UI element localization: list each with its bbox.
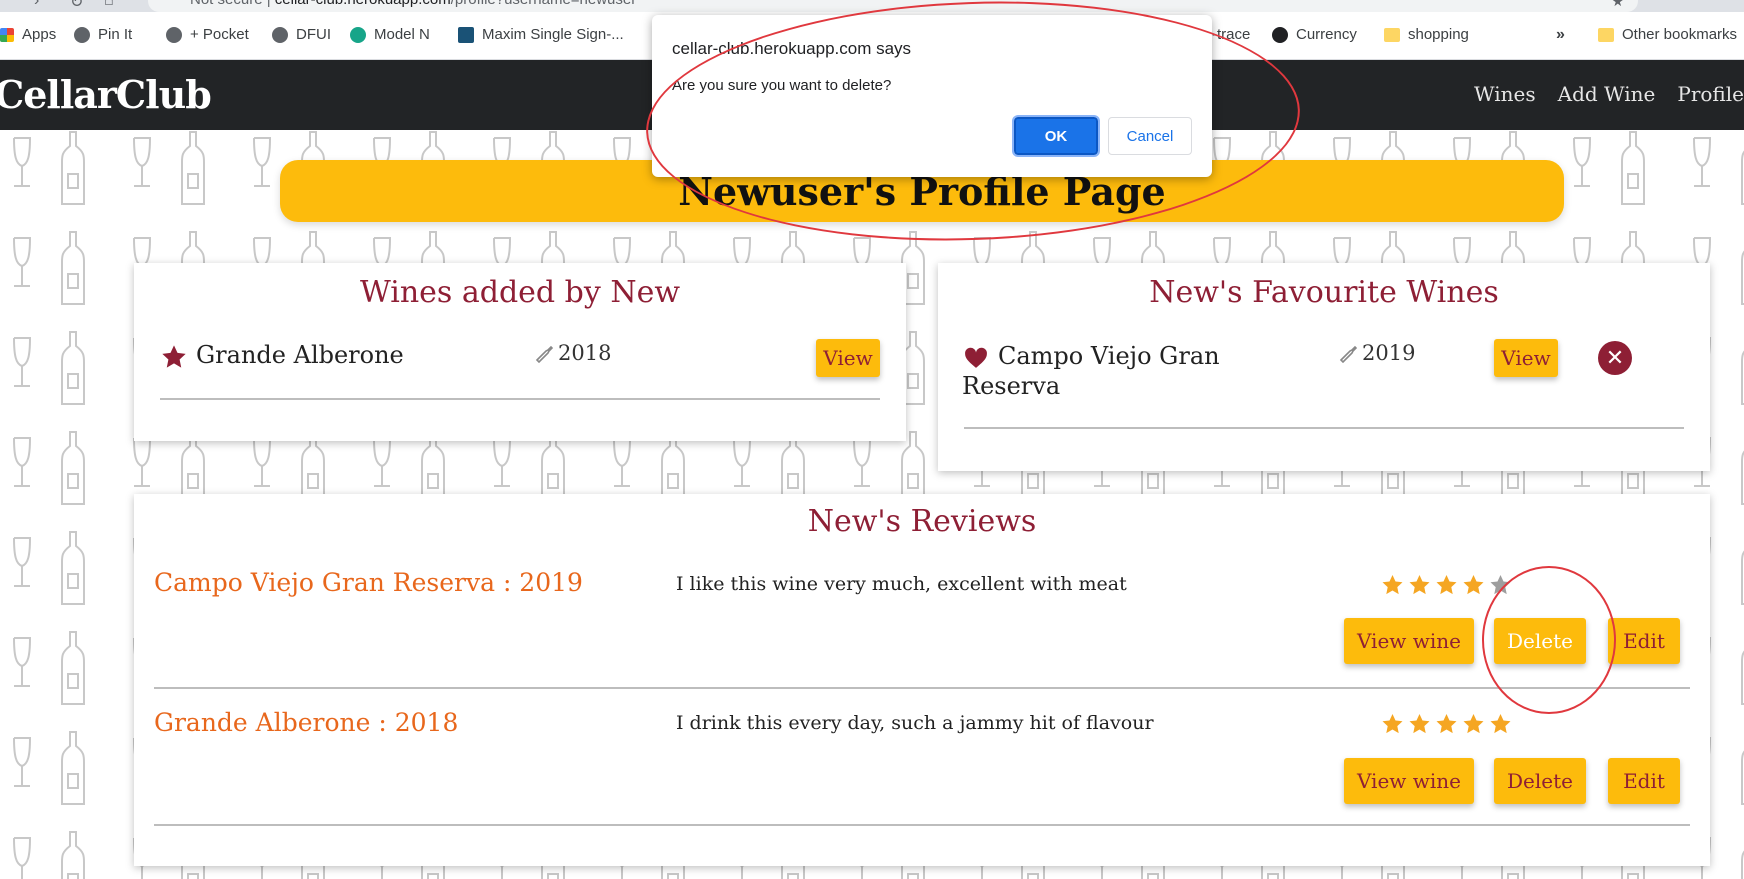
star-filled-icon bbox=[1382, 714, 1403, 734]
nav-link-profile[interactable]: Profile bbox=[1677, 82, 1744, 106]
bookmark-label: Other bookmarks bbox=[1622, 26, 1738, 43]
reviews-heading: New's Reviews bbox=[807, 504, 1037, 539]
review-title[interactable]: Grande Alberone : 2018 bbox=[154, 708, 458, 737]
brand-logo[interactable]: CellarClub bbox=[0, 72, 212, 117]
bookmark-star-icon[interactable]: ★ bbox=[1611, 0, 1624, 10]
divider bbox=[154, 824, 1690, 826]
dialog-message: Are you sure you want to delete? bbox=[672, 77, 892, 94]
dialog-cancel-button[interactable]: Cancel bbox=[1108, 117, 1192, 155]
confirm-delete-dialog: cellar-club.herokuapp.com says Are you s… bbox=[652, 15, 1212, 177]
url-path: /profile?username=newuser bbox=[451, 0, 637, 8]
bottle-icon bbox=[535, 345, 554, 363]
rating-stars bbox=[1380, 573, 1513, 597]
wine-name-line1: Campo Viejo Gran bbox=[998, 342, 1220, 370]
bookmark-maxim[interactable]: Maxim Single Sign-... bbox=[458, 26, 624, 43]
bookmark-model-n[interactable]: Model N bbox=[350, 26, 430, 43]
bookmark-label: DFUI bbox=[296, 26, 331, 43]
globe-icon bbox=[74, 26, 90, 43]
dialog-title: cellar-club.herokuapp.com says bbox=[672, 39, 912, 58]
bookmark-currency[interactable]: Currency bbox=[1272, 26, 1357, 43]
bookmark-other[interactable]: Other bookmarks bbox=[1598, 26, 1737, 43]
maxim-icon bbox=[458, 26, 474, 43]
chevron-double-right-icon: » bbox=[1556, 26, 1565, 43]
wines-added-card: Wines added by New Grande Alberone 2018 … bbox=[134, 263, 906, 441]
bookmark-label: + Pocket bbox=[190, 26, 249, 43]
star-icon bbox=[162, 345, 186, 368]
star-filled-icon bbox=[1409, 575, 1430, 595]
bookmark-label: shopping bbox=[1408, 26, 1469, 43]
delete-review-button[interactable]: Delete bbox=[1494, 758, 1586, 804]
edit-review-button[interactable]: Edit bbox=[1608, 618, 1680, 664]
divider bbox=[160, 398, 880, 400]
apps-icon bbox=[0, 27, 14, 42]
wine-name: Grande Alberone bbox=[196, 341, 404, 369]
currency-icon bbox=[1272, 26, 1288, 43]
year-value: 2019 bbox=[1362, 341, 1416, 365]
star-filled-icon bbox=[1436, 714, 1457, 734]
view-wine-button[interactable]: View bbox=[1494, 339, 1558, 377]
view-wine-button[interactable]: View wine bbox=[1344, 758, 1474, 804]
folder-icon bbox=[1384, 27, 1400, 42]
dialog-ok-button[interactable]: OK bbox=[1012, 115, 1100, 157]
bookmark-label: Pin It bbox=[98, 26, 133, 43]
security-label: Not secure bbox=[190, 0, 263, 8]
bookmark-dfui[interactable]: DFUI bbox=[272, 26, 331, 43]
view-wine-button[interactable]: View bbox=[816, 339, 880, 377]
url-field[interactable]: Not secure | cellar-club.herokuapp.com/p… bbox=[148, 0, 1638, 12]
rating-stars bbox=[1380, 712, 1513, 736]
bookmark-apps[interactable]: Apps bbox=[0, 26, 56, 43]
bookmark-label: Model N bbox=[374, 26, 430, 43]
review-text: I like this wine very much, excellent wi… bbox=[676, 573, 1127, 595]
url-host: cellar-club.herokuapp.com bbox=[275, 0, 451, 8]
year-value: 2018 bbox=[558, 341, 612, 365]
bookmark-label: -trace bbox=[1212, 26, 1251, 43]
bookmark-label: Apps bbox=[22, 26, 57, 43]
star-filled-icon bbox=[1490, 714, 1511, 734]
wines-added-heading: Wines added by New bbox=[359, 275, 681, 310]
bookmark-label: Currency bbox=[1296, 26, 1357, 43]
nav-link-wines[interactable]: Wines bbox=[1474, 82, 1536, 106]
divider bbox=[154, 687, 1690, 689]
bookmark-trace[interactable]: -trace bbox=[1212, 26, 1250, 43]
star-filled-icon bbox=[1463, 575, 1484, 595]
bookmark-pin-it[interactable]: Pin It bbox=[74, 26, 132, 43]
star-filled-icon bbox=[1463, 714, 1484, 734]
folder-icon bbox=[1598, 27, 1614, 42]
star-empty-icon bbox=[1490, 575, 1511, 595]
wine-name-line2: Reserva bbox=[962, 372, 1061, 400]
wine-year: 2018 bbox=[534, 341, 611, 365]
reviews-card: New's Reviews Campo Viejo Gran Reserva :… bbox=[134, 494, 1710, 866]
remove-favourite-icon[interactable]: ✕ bbox=[1598, 341, 1632, 375]
browser-address-bar: › ↻ ⌂ Not secure | cellar-club.herokuapp… bbox=[0, 0, 1744, 12]
star-filled-icon bbox=[1436, 575, 1457, 595]
review-text: I drink this every day, such a jammy hit… bbox=[676, 712, 1154, 734]
home-icon[interactable]: ⌂ bbox=[104, 0, 114, 10]
forward-icon[interactable]: › bbox=[34, 0, 39, 10]
favourite-wines-card: New's Favourite Wines Campo Viejo Gran R… bbox=[938, 263, 1710, 471]
wine-year: 2019 bbox=[1338, 341, 1415, 365]
globe-icon bbox=[272, 26, 288, 43]
globe-icon bbox=[166, 26, 182, 43]
view-wine-button[interactable]: View wine bbox=[1344, 618, 1474, 664]
nav-links: Wines Add Wine Profile bbox=[1474, 82, 1744, 106]
star-filled-icon bbox=[1382, 575, 1403, 595]
star-filled-icon bbox=[1409, 714, 1430, 734]
model-n-icon bbox=[350, 26, 366, 43]
bookmark-label: Maxim Single Sign-... bbox=[482, 26, 624, 43]
nav-link-add-wine[interactable]: Add Wine bbox=[1558, 82, 1656, 106]
reload-icon[interactable]: ↻ bbox=[70, 0, 83, 12]
delete-review-button[interactable]: Delete bbox=[1494, 618, 1586, 664]
review-title[interactable]: Campo Viejo Gran Reserva : 2019 bbox=[154, 568, 583, 597]
bottle-icon bbox=[1339, 345, 1358, 363]
bookmark-shopping[interactable]: shopping bbox=[1384, 26, 1469, 43]
divider bbox=[964, 427, 1684, 429]
favourites-heading: New's Favourite Wines bbox=[1149, 275, 1499, 310]
bookmarks-overflow-button[interactable]: » bbox=[1556, 26, 1565, 44]
edit-review-button[interactable]: Edit bbox=[1608, 758, 1680, 804]
heart-icon bbox=[965, 347, 987, 368]
bookmark-pocket[interactable]: + Pocket bbox=[166, 26, 249, 43]
